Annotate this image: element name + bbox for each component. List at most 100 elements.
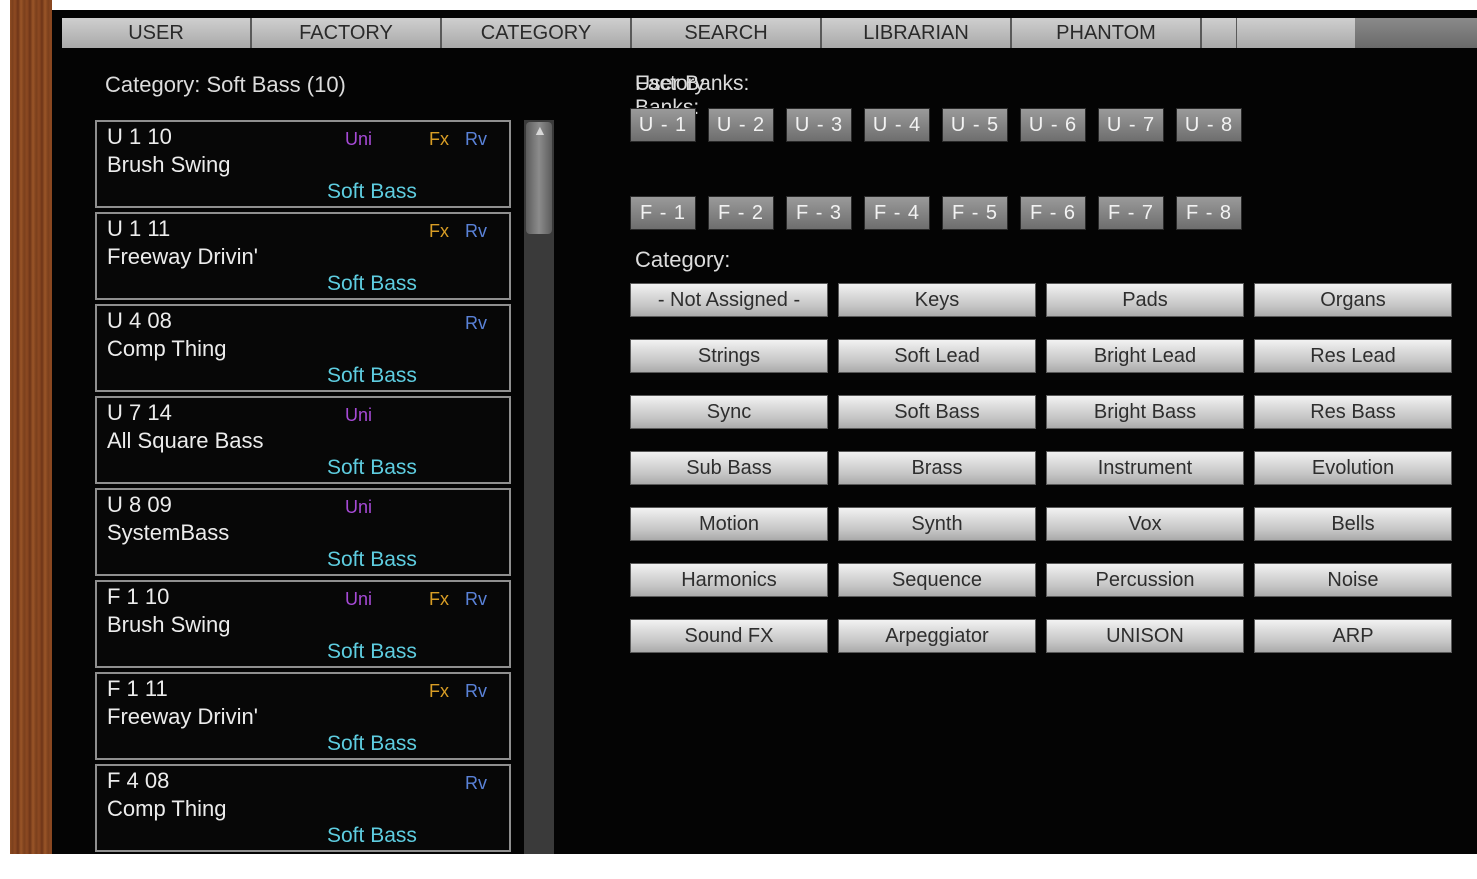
bank-button-f5[interactable]: F - 5 — [942, 196, 1008, 230]
list-item[interactable]: F 1 11 Fx Rv Freeway Drivin' Soft Bass — [95, 672, 511, 760]
tab-category[interactable]: CATEGORY — [442, 18, 632, 48]
category-button-percussion[interactable]: Percussion — [1046, 563, 1244, 597]
category-button-sub-bass[interactable]: Sub Bass — [630, 451, 828, 485]
category-button-motion[interactable]: Motion — [630, 507, 828, 541]
category-button-soft-lead[interactable]: Soft Lead — [838, 339, 1036, 373]
fx-flag: Fx — [429, 589, 449, 609]
list-item[interactable]: F 4 08 Rv Comp Thing Soft Bass — [95, 764, 511, 852]
tab-spacer — [1355, 18, 1477, 48]
rv-flag: Rv — [465, 773, 487, 793]
patch-category: Soft Bass — [327, 824, 417, 847]
patch-list: U 1 10 Uni Fx Rv Brush Swing Soft Bass U… — [95, 120, 515, 854]
bank-button-f8[interactable]: F - 8 — [1176, 196, 1242, 230]
category-button-strings[interactable]: Strings — [630, 339, 828, 373]
uni-flag: Uni — [345, 405, 373, 425]
bank-button-u2[interactable]: U - 2 — [708, 108, 774, 142]
tab-phantom[interactable]: PHANTOM — [1012, 18, 1202, 48]
patch-location: U 7 14 — [107, 400, 172, 425]
category-button-sequence[interactable]: Sequence — [838, 563, 1036, 597]
category-button-not-assigned[interactable]: - Not Assigned - — [630, 283, 828, 317]
patch-category: Soft Bass — [327, 548, 417, 571]
bank-button-f4[interactable]: F - 4 — [864, 196, 930, 230]
patch-category: Soft Bass — [327, 364, 417, 387]
category-count-heading: Category: Soft Bass (10) — [105, 72, 346, 97]
patch-category: Soft Bass — [327, 732, 417, 755]
patch-category: Soft Bass — [327, 272, 417, 295]
list-item[interactable]: F 1 10 Uni Fx Rv Brush Swing Soft Bass — [95, 580, 511, 668]
bank-button-f6[interactable]: F - 6 — [1020, 196, 1086, 230]
rv-flag: Rv — [465, 221, 487, 241]
patch-location: F 1 10 — [107, 584, 170, 609]
rv-flag: Rv — [465, 129, 487, 149]
window-edge — [0, 0, 10, 854]
category-button-organs[interactable]: Organs — [1254, 283, 1452, 317]
list-item[interactable]: U 8 09 Uni SystemBass Soft Bass — [95, 488, 511, 576]
rv-flag: Rv — [465, 313, 487, 333]
banks-label: User Banks: Factory Banks: — [635, 72, 749, 119]
bank-button-f3[interactable]: F - 3 — [786, 196, 852, 230]
uni-flag: Uni — [345, 589, 373, 609]
tab-user[interactable]: USER — [62, 18, 252, 48]
patch-name: All Square Bass — [107, 428, 264, 453]
patch-name: Freeway Drivin' — [107, 704, 258, 729]
patch-category: Soft Bass — [327, 640, 417, 663]
bank-button-u7[interactable]: U - 7 — [1098, 108, 1164, 142]
tab-spacer — [1237, 18, 1355, 48]
bank-button-u6[interactable]: U - 6 — [1020, 108, 1086, 142]
rv-flag: Rv — [465, 681, 487, 701]
category-section-label: Category: — [635, 247, 731, 272]
fx-flag: Fx — [429, 221, 449, 241]
category-button-instrument[interactable]: Instrument — [1046, 451, 1244, 485]
bank-button-u1[interactable]: U - 1 — [630, 108, 696, 142]
fx-flag: Fx — [429, 681, 449, 701]
category-button-bright-lead[interactable]: Bright Lead — [1046, 339, 1244, 373]
patch-name: Comp Thing — [107, 796, 227, 821]
category-button-unison[interactable]: UNISON — [1046, 619, 1244, 653]
category-button-sound-fx[interactable]: Sound FX — [630, 619, 828, 653]
category-button-noise[interactable]: Noise — [1254, 563, 1452, 597]
bank-button-f1[interactable]: F - 1 — [630, 196, 696, 230]
patch-location: F 4 08 — [107, 768, 170, 793]
bank-button-u5[interactable]: U - 5 — [942, 108, 1008, 142]
list-item[interactable]: U 1 11 Fx Rv Freeway Drivin' Soft Bass — [95, 212, 511, 300]
uni-flag: Uni — [345, 497, 373, 517]
patch-name: Comp Thing — [107, 336, 227, 361]
category-button-res-bass[interactable]: Res Bass — [1254, 395, 1452, 429]
category-button-res-lead[interactable]: Res Lead — [1254, 339, 1452, 373]
patch-category: Soft Bass — [327, 180, 417, 203]
category-button-bright-bass[interactable]: Bright Bass — [1046, 395, 1244, 429]
category-button-brass[interactable]: Brass — [838, 451, 1036, 485]
bank-button-f2[interactable]: F - 2 — [708, 196, 774, 230]
category-button-arp[interactable]: ARP — [1254, 619, 1452, 653]
bank-button-f7[interactable]: F - 7 — [1098, 196, 1164, 230]
fx-flag: Fx — [429, 129, 449, 149]
patch-list-scrollbar[interactable]: ▲ — [524, 120, 554, 854]
category-button-bells[interactable]: Bells — [1254, 507, 1452, 541]
patch-category: Soft Bass — [327, 456, 417, 479]
list-item[interactable]: U 1 10 Uni Fx Rv Brush Swing Soft Bass — [95, 120, 511, 208]
uni-flag: Uni — [345, 129, 373, 149]
tab-factory[interactable]: FACTORY — [252, 18, 442, 48]
bank-button-u4[interactable]: U - 4 — [864, 108, 930, 142]
category-button-pads[interactable]: Pads — [1046, 283, 1244, 317]
bank-button-u8[interactable]: U - 8 — [1176, 108, 1242, 142]
tab-librarian[interactable]: LIBRARIAN — [822, 18, 1012, 48]
tab-spacer — [1202, 18, 1237, 48]
list-item[interactable]: U 7 14 Uni All Square Bass Soft Bass — [95, 396, 511, 484]
category-button-synth[interactable]: Synth — [838, 507, 1036, 541]
rv-flag: Rv — [465, 589, 487, 609]
tab-search[interactable]: SEARCH — [632, 18, 822, 48]
category-button-keys[interactable]: Keys — [838, 283, 1036, 317]
category-button-harmonics[interactable]: Harmonics — [630, 563, 828, 597]
bank-button-u3[interactable]: U - 3 — [786, 108, 852, 142]
category-button-sync[interactable]: Sync — [630, 395, 828, 429]
category-button-arpeggiator[interactable]: Arpeggiator — [838, 619, 1036, 653]
category-button-soft-bass[interactable]: Soft Bass — [838, 395, 1036, 429]
scroll-thumb[interactable] — [526, 122, 552, 234]
category-button-vox[interactable]: Vox — [1046, 507, 1244, 541]
patch-location: U 1 10 — [107, 124, 172, 149]
list-item[interactable]: U 4 08 Rv Comp Thing Soft Bass — [95, 304, 511, 392]
patch-name: Brush Swing — [107, 612, 231, 637]
category-button-evolution[interactable]: Evolution — [1254, 451, 1452, 485]
scroll-up-arrow-icon[interactable]: ▲ — [533, 122, 547, 138]
